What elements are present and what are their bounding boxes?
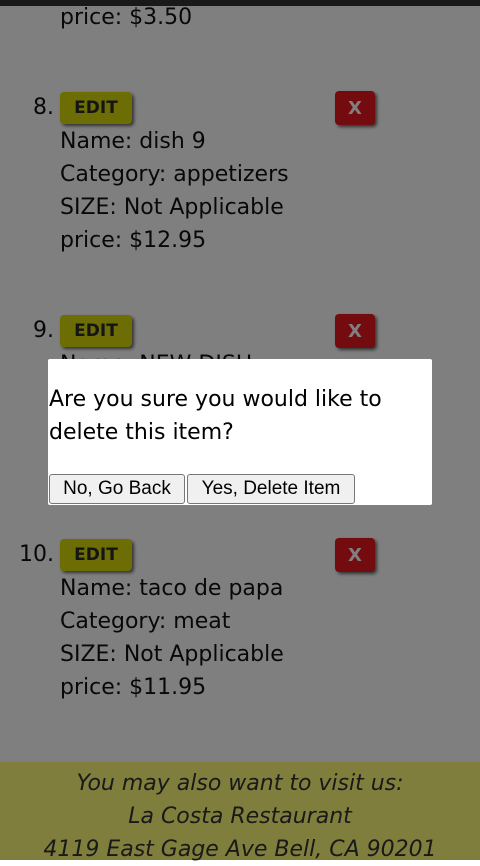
dialog-message: Are you sure you would like to delete th… bbox=[49, 387, 382, 445]
confirm-delete-button[interactable]: Yes, Delete Item bbox=[187, 474, 355, 504]
cancel-button[interactable]: No, Go Back bbox=[49, 474, 185, 504]
delete-confirmation-dialog: Are you sure you would like to delete th… bbox=[48, 359, 432, 505]
